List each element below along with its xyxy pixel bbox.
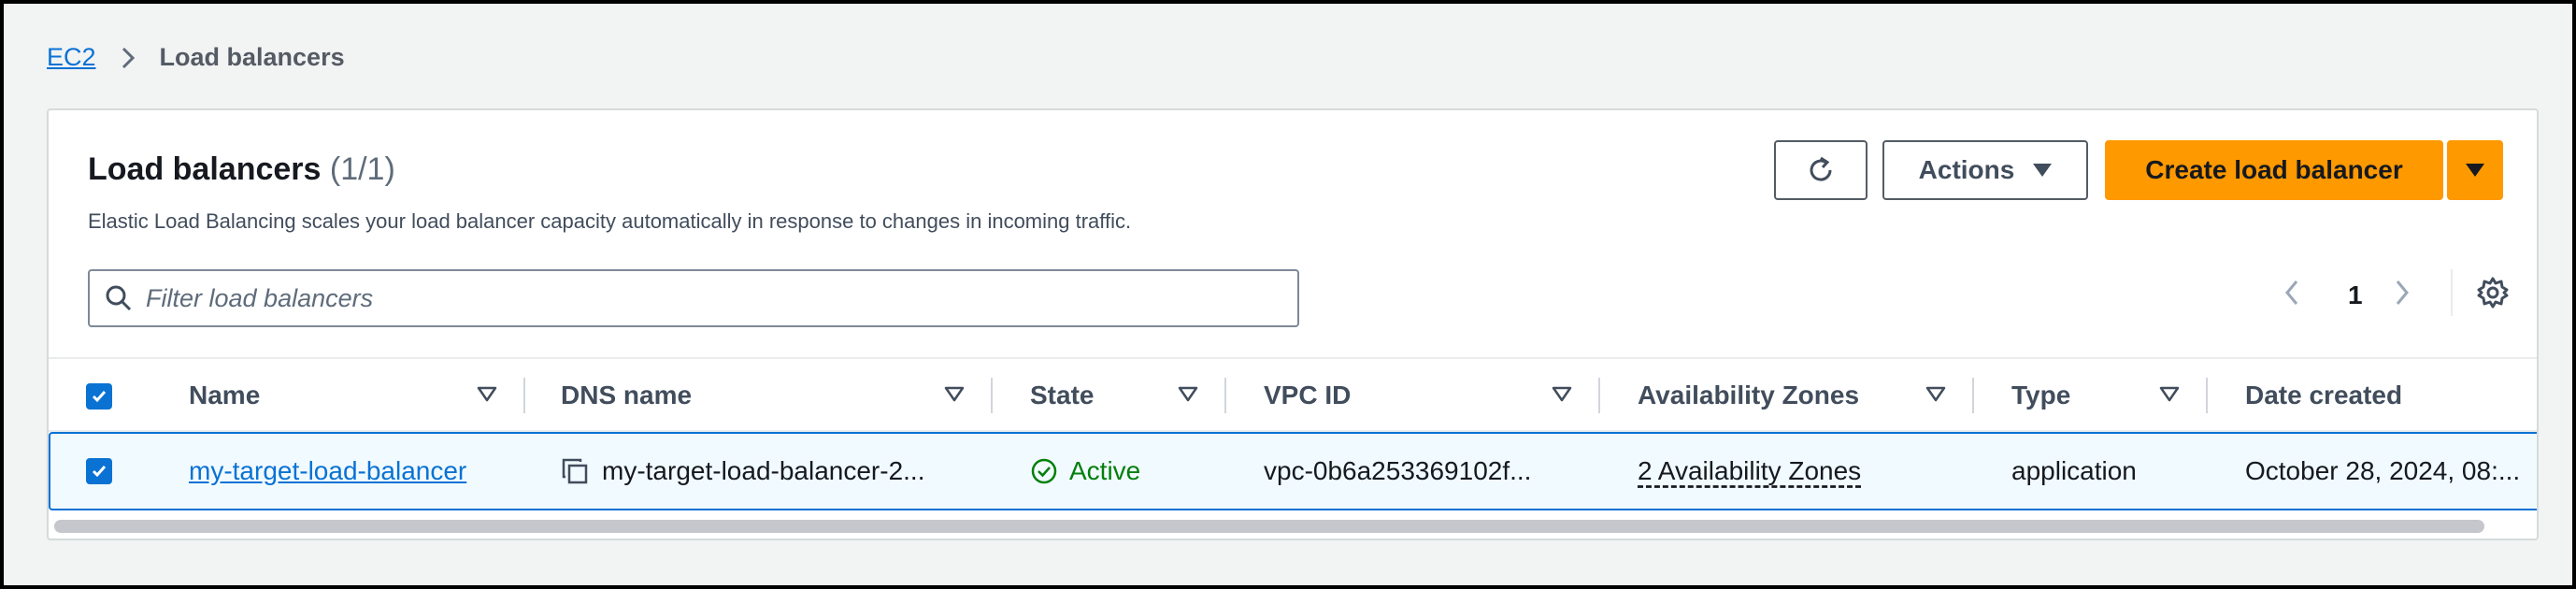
horizontal-scrollbar[interactable] xyxy=(54,520,2484,533)
column-header-state[interactable]: State xyxy=(1030,359,1094,432)
sort-icon[interactable] xyxy=(944,385,965,404)
copy-icon[interactable] xyxy=(561,457,589,485)
column-divider[interactable] xyxy=(1972,378,1974,413)
chevron-right-icon xyxy=(2396,280,2409,305)
date-created-value: October 28, 2024, 08:... xyxy=(2245,456,2521,485)
column-header-type[interactable]: Type xyxy=(2011,359,2070,432)
vpc-id-value: vpc-0b6a253369102f... xyxy=(1264,456,1532,485)
column-header-vpc-id[interactable]: VPC ID xyxy=(1264,359,1351,432)
check-circle-icon xyxy=(1031,458,1057,484)
sort-icon[interactable] xyxy=(477,385,497,404)
current-page-number[interactable]: 1 xyxy=(2348,280,2363,310)
pagination-divider xyxy=(2451,269,2453,316)
create-load-balancer-button[interactable]: Create load balancer xyxy=(2105,140,2443,200)
table-preferences-button[interactable] xyxy=(2475,275,2511,315)
availability-zones-value[interactable]: 2 Availability Zones xyxy=(1638,456,1861,486)
create-label: Create load balancer xyxy=(2145,155,2403,184)
dns-name-value: my-target-load-balancer-2... xyxy=(602,456,925,485)
refresh-button[interactable] xyxy=(1774,140,1868,200)
caret-down-icon xyxy=(2033,164,2053,177)
row-checkbox[interactable] xyxy=(86,458,112,484)
table-header: Name DNS name State VPC ID Availability … xyxy=(49,357,2537,432)
page-title: Load balancers (1/1) xyxy=(88,151,395,188)
column-header-name[interactable]: Name xyxy=(189,359,260,432)
sort-icon[interactable] xyxy=(1178,385,1198,404)
filter-field[interactable] xyxy=(88,269,1299,327)
page: EC2 Load balancers Load balancers (1/1) … xyxy=(4,4,2572,585)
breadcrumb-ec2-link[interactable]: EC2 xyxy=(47,43,96,72)
chevron-right-icon xyxy=(121,46,136,70)
search-icon xyxy=(106,285,132,311)
panel-title-text: Load balancers xyxy=(88,151,322,187)
sort-icon[interactable] xyxy=(2159,385,2180,404)
sort-icon[interactable] xyxy=(1552,385,1572,404)
refresh-icon xyxy=(1810,156,1832,181)
create-options-dropdown-button[interactable] xyxy=(2447,140,2503,200)
panel-description: Elastic Load Balancing scales your load … xyxy=(88,209,1132,233)
breadcrumb: EC2 Load balancers xyxy=(47,43,345,72)
filter-input[interactable] xyxy=(146,283,1267,313)
select-all-checkbox[interactable] xyxy=(86,383,112,409)
next-page-button[interactable] xyxy=(2393,277,2411,309)
column-header-dns-name[interactable]: DNS name xyxy=(561,359,692,432)
load-balancers-panel: Load balancers (1/1) Elastic Load Balanc… xyxy=(47,108,2539,540)
column-divider[interactable] xyxy=(1224,378,1226,413)
type-value: application xyxy=(2011,456,2137,485)
checkbox-checked-icon xyxy=(92,466,107,478)
column-divider[interactable] xyxy=(1598,378,1600,413)
state-value: Active xyxy=(1069,456,1141,485)
gear-icon xyxy=(2477,277,2509,309)
sort-icon[interactable] xyxy=(1925,385,1946,404)
column-divider[interactable] xyxy=(2206,378,2208,413)
actions-button[interactable]: Actions xyxy=(1882,140,2088,200)
table-row[interactable]: my-target-load-balancer my-target-load-b… xyxy=(49,432,2537,510)
previous-page-button[interactable] xyxy=(2283,277,2301,309)
caret-down-icon xyxy=(2466,164,2484,177)
column-header-availability-zones[interactable]: Availability Zones xyxy=(1638,359,1859,432)
checkbox-checked-icon xyxy=(92,391,107,403)
column-divider[interactable] xyxy=(991,378,993,413)
panel-count: (1/1) xyxy=(329,151,395,187)
load-balancer-name-link[interactable]: my-target-load-balancer xyxy=(189,456,466,486)
column-header-date-created[interactable]: Date created xyxy=(2245,359,2402,432)
actions-label: Actions xyxy=(1918,155,2015,184)
breadcrumb-current: Load balancers xyxy=(159,43,345,71)
chevron-left-icon xyxy=(2285,280,2298,305)
column-divider[interactable] xyxy=(523,378,525,413)
